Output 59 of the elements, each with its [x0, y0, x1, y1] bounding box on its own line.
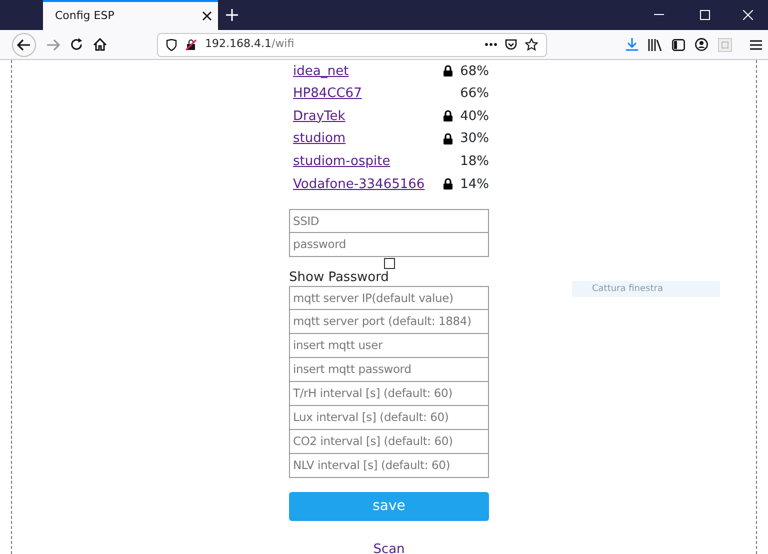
input-field[interactable]: CO2 interval [s] (default: 60) — [289, 430, 489, 454]
home-icon — [93, 38, 107, 51]
show-password-label: Show Password — [289, 270, 390, 286]
url-text: 192.168.4.1/wifi — [205, 36, 296, 52]
star-icon[interactable] — [525, 38, 538, 51]
input-field[interactable]: SSID — [289, 208, 489, 233]
maximize-icon — [700, 10, 710, 20]
download-button[interactable] — [626, 38, 638, 51]
menu-icon — [750, 40, 762, 50]
input-field[interactable]: Lux interval [s] (default: 60) — [289, 406, 489, 430]
input-field[interactable]: insert mqtt password — [289, 358, 489, 382]
shield-icon — [166, 38, 177, 50]
signal-strength: 68% — [459, 62, 489, 81]
signal-strength: 18% — [459, 152, 489, 171]
input-field[interactable]: insert mqtt user — [289, 334, 489, 358]
signal-strength: 66% — [459, 85, 489, 104]
input-field[interactable]: mqtt server IP(default value) — [289, 286, 489, 310]
pocket-icon[interactable] — [505, 38, 517, 50]
forward-button[interactable] — [46, 38, 60, 50]
forward-arrow-icon — [46, 38, 60, 50]
close-icon — [743, 10, 753, 20]
network-link[interactable]: HP84CC67 — [293, 84, 362, 104]
library-button[interactable] — [648, 38, 662, 50]
scan-link[interactable]: Scan — [373, 542, 405, 554]
signal-strength: 14% — [459, 176, 489, 194]
menu-button[interactable] — [750, 40, 762, 50]
input-field[interactable]: NLV interval [s] (default: 60) — [289, 454, 489, 478]
address-bar[interactable]: 192.168.4.1/wifi — [157, 32, 547, 56]
extension-icon — [718, 38, 732, 52]
account-button[interactable] — [695, 38, 708, 51]
download-icon — [626, 38, 638, 51]
more-icon[interactable] — [485, 43, 497, 46]
back-button[interactable] — [12, 32, 36, 56]
network-link[interactable]: studiom-ospite — [293, 152, 390, 172]
network-link[interactable]: idea_net — [293, 62, 349, 82]
network-link[interactable]: studiom — [293, 129, 346, 149]
show-password-checkbox[interactable] — [384, 258, 394, 269]
library-icon — [648, 38, 662, 50]
signal-strength: 30% — [459, 130, 489, 148]
input-field[interactable]: password — [289, 232, 489, 257]
browser-tab[interactable]: Config ESP — [43, 0, 218, 30]
reload-icon — [70, 38, 83, 51]
signal-strength: 40% — [459, 108, 489, 126]
input-field[interactable]: mqtt server port (default: 1884) — [289, 310, 489, 334]
minimize-icon — [654, 14, 664, 16]
account-icon — [695, 38, 708, 51]
sidebar-icon — [672, 38, 685, 50]
sidebar-button[interactable] — [672, 38, 685, 50]
insecure-lock-icon — [185, 38, 197, 50]
network-link[interactable]: Vodafone-33465166 — [293, 174, 425, 194]
back-arrow-icon — [17, 38, 31, 50]
close-icon[interactable] — [202, 11, 212, 21]
input-field[interactable]: T/rH interval [s] (default: 60) — [289, 382, 489, 406]
capture-tooltip: Cattura finestra — [572, 281, 720, 297]
network-link[interactable]: DrayTek — [293, 106, 346, 126]
home-button[interactable] — [93, 38, 107, 51]
reload-button[interactable] — [70, 38, 83, 51]
plus-icon — [226, 9, 238, 21]
tab-title: Config ESP — [55, 8, 116, 24]
